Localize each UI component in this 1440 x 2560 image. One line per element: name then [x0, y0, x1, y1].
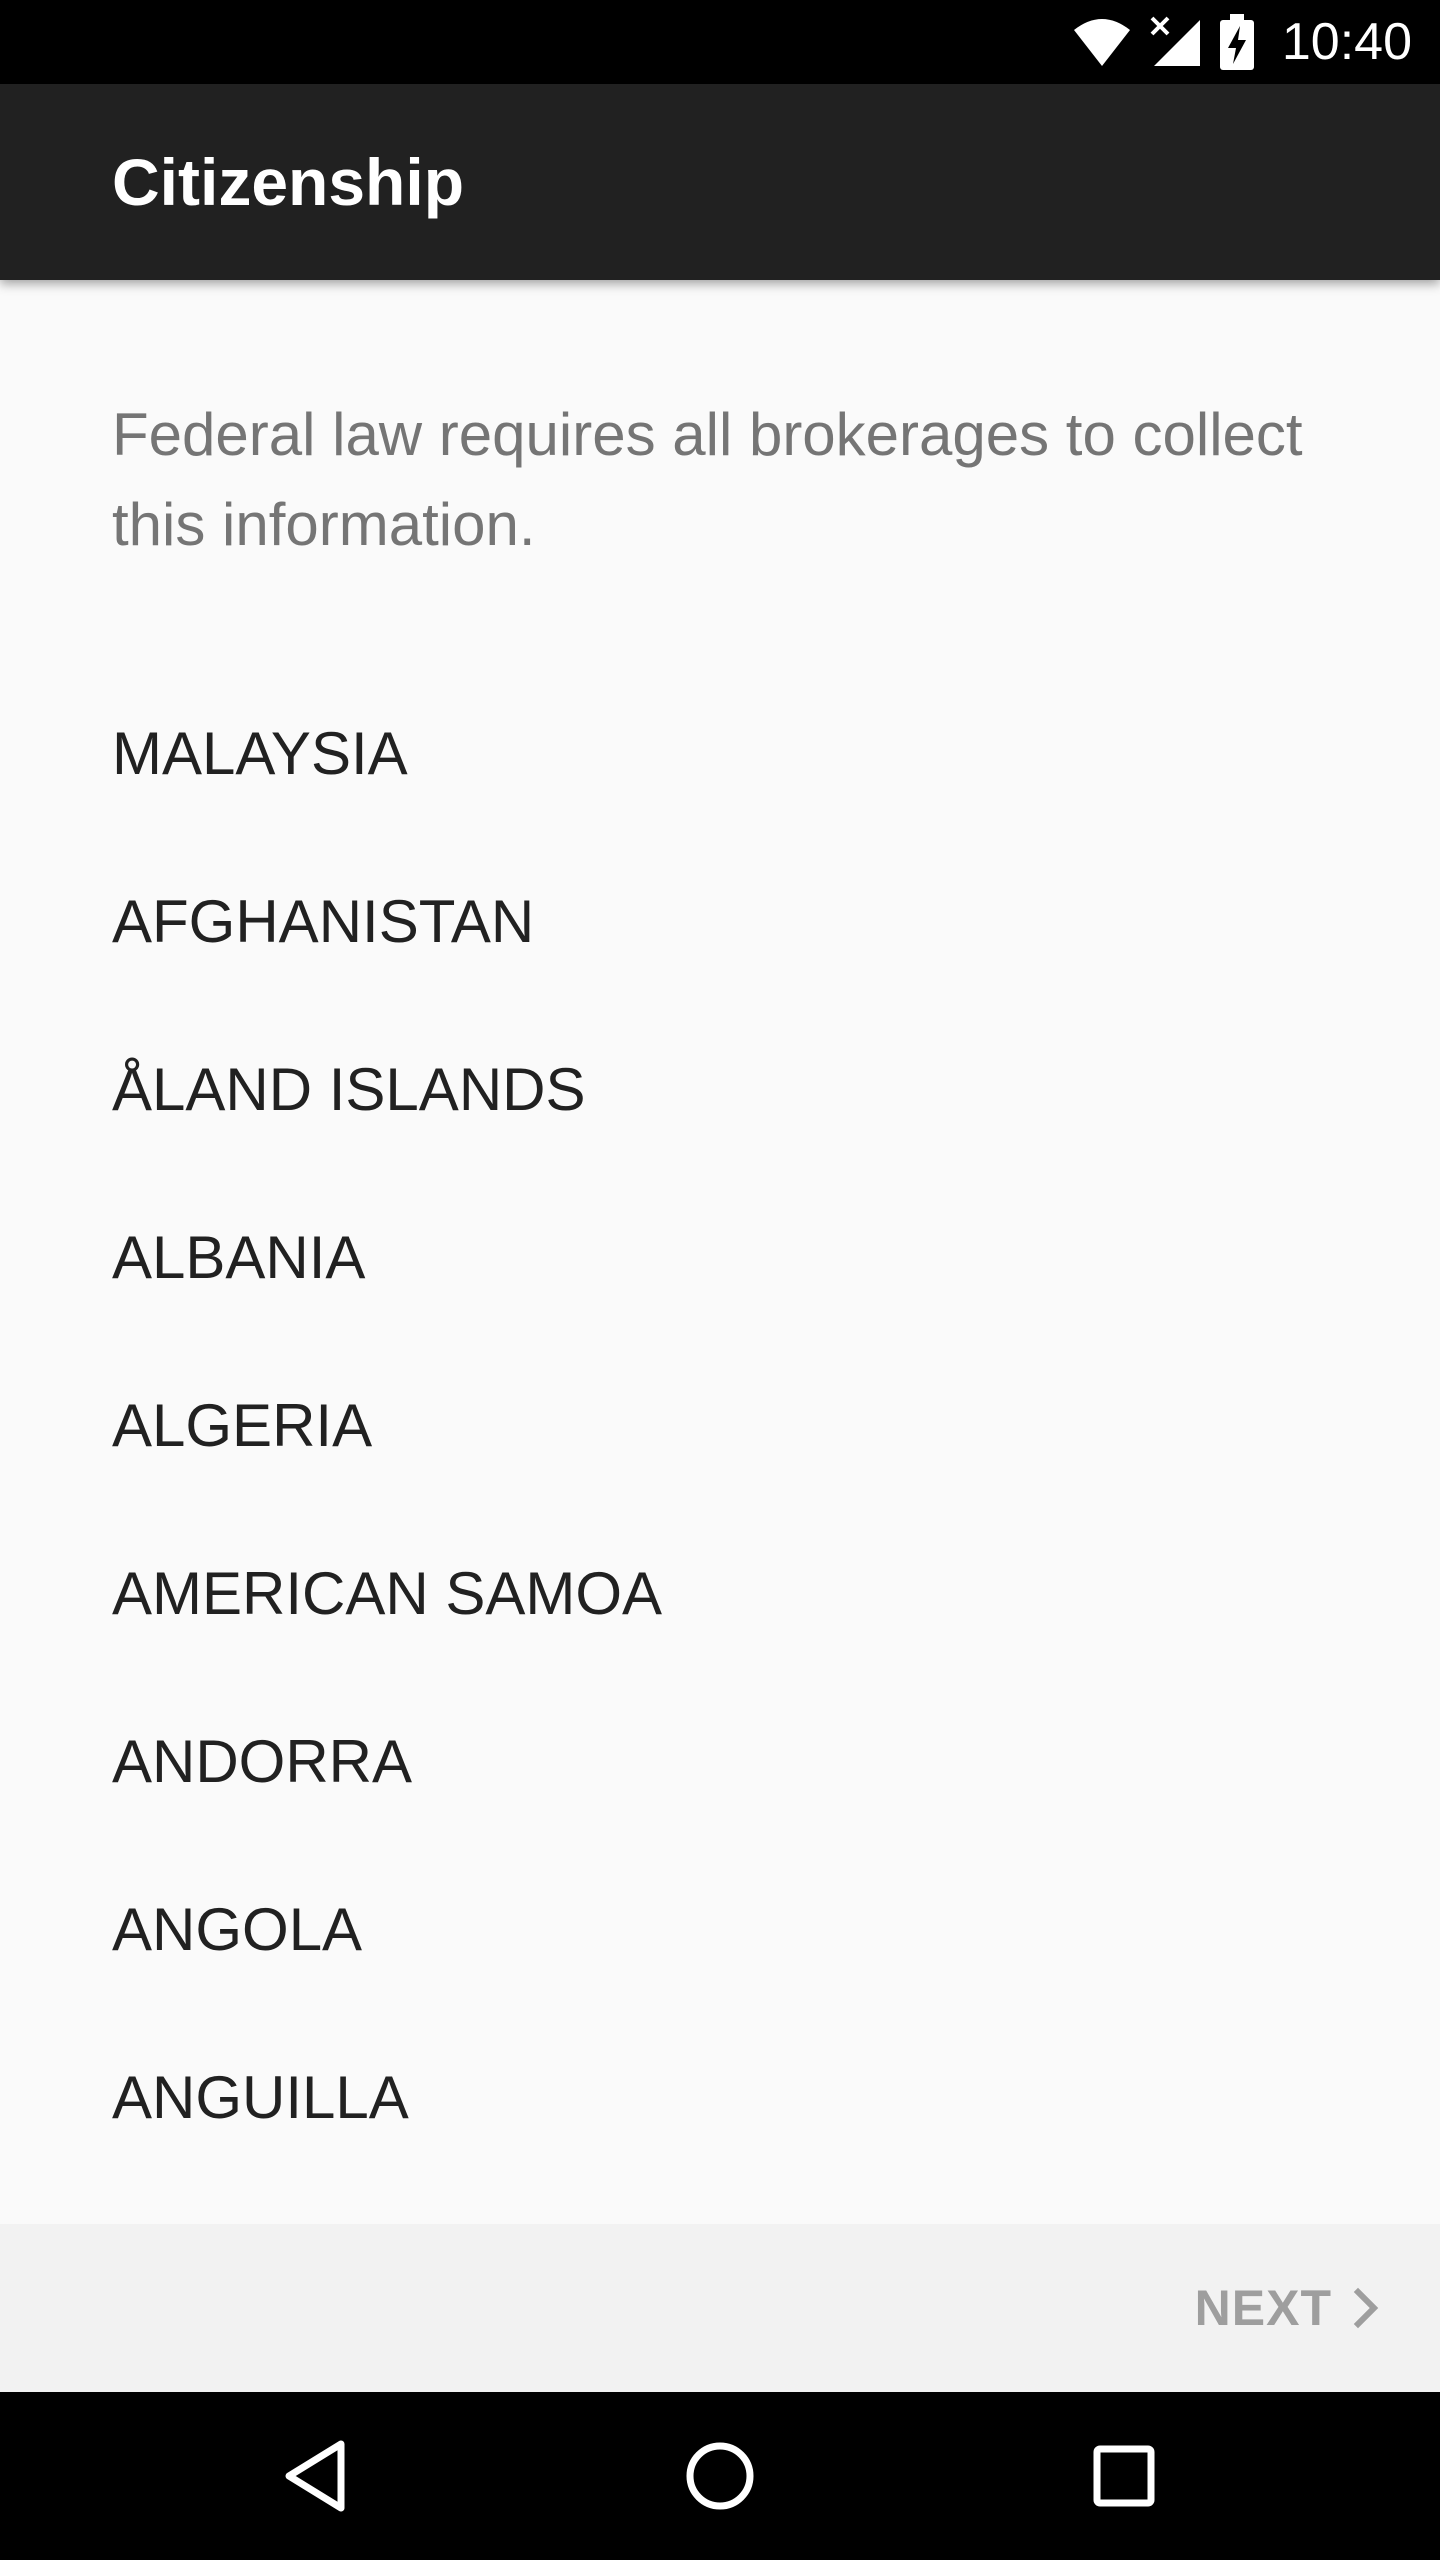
app-bar: Citizenship: [0, 84, 1440, 280]
nav-back-button[interactable]: [216, 2392, 416, 2560]
list-item[interactable]: ANDORRA: [0, 1678, 1440, 1846]
list-item[interactable]: AMERICAN SAMOA: [0, 1510, 1440, 1678]
back-icon: [285, 2440, 345, 2512]
list-item[interactable]: ÅLAND ISLANDS: [0, 1006, 1440, 1174]
nav-home-button[interactable]: [620, 2392, 820, 2560]
signal-icon: [1150, 16, 1200, 66]
status-bar: 10:40: [0, 0, 1440, 84]
status-time: 10:40: [1281, 13, 1412, 71]
main-content[interactable]: Federal law requires all brokerages to c…: [0, 280, 1440, 2224]
list-item[interactable]: ALBANIA: [0, 1174, 1440, 1342]
status-icons: 10:40: [1072, 0, 1412, 84]
chevron-right-icon: [1353, 2287, 1379, 2329]
home-icon: [686, 2442, 754, 2510]
next-button[interactable]: NEXT: [1195, 2224, 1388, 2392]
wifi-icon: [1073, 19, 1130, 66]
description-text: Federal law requires all brokerages to c…: [112, 401, 1303, 558]
list-item[interactable]: ANGOLA: [0, 1846, 1440, 2014]
page-title: Citizenship: [112, 145, 465, 219]
recents-icon: [1093, 2445, 1155, 2507]
next-button-label: NEXT: [1194, 2280, 1332, 2336]
list-item[interactable]: AFGHANISTAN: [0, 838, 1440, 1006]
system-nav-bar: [0, 2392, 1440, 2560]
country-list: MALAYSIA AFGHANISTAN ÅLAND ISLANDS ALBAN…: [0, 670, 1440, 2182]
list-item[interactable]: ANGUILLA: [0, 2014, 1440, 2182]
bottom-action-bar: NEXT: [0, 2224, 1440, 2392]
battery-charging-icon: [1219, 14, 1254, 70]
nav-recents-button[interactable]: [1024, 2392, 1224, 2560]
list-item[interactable]: MALAYSIA: [0, 670, 1440, 838]
list-item[interactable]: ALGERIA: [0, 1342, 1440, 1510]
